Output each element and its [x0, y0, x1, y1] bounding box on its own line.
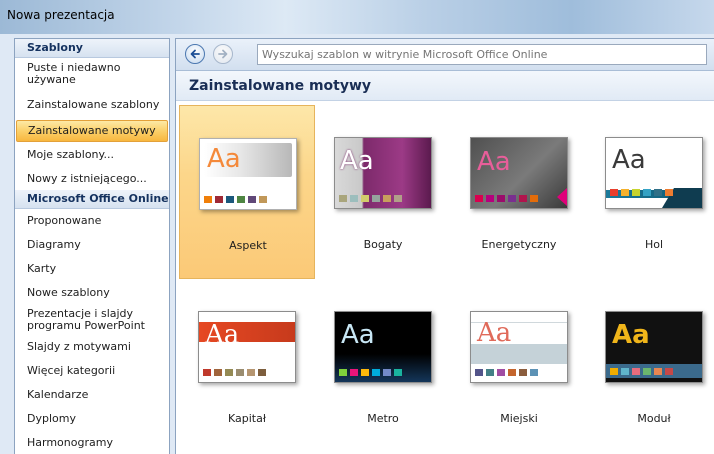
- theme-thumbnail: Aa: [605, 311, 703, 383]
- theme-sample-text: Aa: [207, 144, 241, 174]
- sidebar-item-new-from-existing[interactable]: Nowy z istniejącego...: [15, 168, 169, 190]
- sidebar-item-more-categories[interactable]: Więcej kategorii: [15, 359, 169, 383]
- theme-sample-text: Aa: [477, 318, 512, 348]
- theme-thumbnail: Aa: [198, 311, 296, 383]
- sidebar-item-installed-templates[interactable]: Zainstalowane szablony: [15, 90, 169, 120]
- theme-name: Bogaty: [363, 238, 403, 251]
- theme-tile-miejski[interactable]: Aa Miejski: [451, 279, 587, 453]
- search-input[interactable]: [257, 44, 707, 65]
- theme-name: Hol: [644, 238, 664, 251]
- theme-tile-aspekt[interactable]: Aa Aspekt: [179, 105, 315, 279]
- theme-thumbnail: Aa: [470, 311, 568, 383]
- section-title: Zainstalowane motywy: [176, 71, 714, 101]
- sidebar-item-new-templates[interactable]: Nowe szablony: [15, 281, 169, 305]
- sidebar-item-schedules[interactable]: Harmonogramy: [15, 431, 169, 454]
- section-header-office-online: Microsoft Office Online: [15, 190, 169, 209]
- category-pane: Szablony Puste i niedawno używane Zainst…: [14, 38, 170, 454]
- theme-name: Moduł: [637, 412, 671, 425]
- theme-name: Metro: [367, 412, 399, 425]
- theme-tile-modul[interactable]: Aa Moduł: [586, 279, 714, 453]
- sidebar-item-calendars[interactable]: Kalendarze: [15, 383, 169, 407]
- theme-tile-bogaty[interactable]: Aa Bogaty: [315, 105, 451, 279]
- sidebar-item-my-templates[interactable]: Moje szablony...: [15, 142, 169, 168]
- theme-sample-text: Aa: [341, 320, 375, 350]
- sidebar-item-featured[interactable]: Proponowane: [15, 209, 169, 233]
- sidebar-item-cards[interactable]: Karty: [15, 257, 169, 281]
- sidebar-item-diplomas[interactable]: Dyplomy: [15, 407, 169, 431]
- sidebar-item-installed-themes[interactable]: Zainstalowane motywy: [16, 120, 168, 142]
- sidebar-item-presentations-slides[interactable]: Prezentacje i slajdy programu PowerPoint: [15, 305, 169, 335]
- section-header-templates: Szablony: [15, 39, 169, 58]
- forward-arrow-icon: [218, 49, 228, 59]
- sidebar-item-diagrams[interactable]: Diagramy: [15, 233, 169, 257]
- theme-sample-text: Aa: [612, 320, 650, 350]
- theme-name: Aspekt: [229, 239, 267, 252]
- theme-name: Miejski: [500, 412, 538, 425]
- forward-button[interactable]: [213, 44, 233, 64]
- theme-thumbnail: Aa: [605, 137, 703, 209]
- theme-tile-hol[interactable]: Aa Hol: [586, 105, 714, 279]
- theme-sample-text: Aa: [477, 147, 511, 177]
- theme-thumbnail: Aa: [199, 138, 297, 210]
- window-title: Nowa prezentacja: [7, 8, 115, 22]
- theme-name: Energetyczny: [481, 238, 557, 251]
- theme-tile-kapital[interactable]: Aa Kapitał: [179, 279, 315, 453]
- back-button[interactable]: [185, 44, 205, 64]
- theme-sample-text: Aa: [612, 145, 646, 175]
- sidebar-item-blank-recent[interactable]: Puste i niedawno używane: [15, 58, 169, 90]
- theme-tile-metro[interactable]: Aa Metro: [315, 279, 451, 453]
- theme-thumbnail: Aa: [334, 311, 432, 383]
- theme-gallery: Aa Aspekt Aa Bogaty Aa Energetyczny Aa H…: [176, 102, 714, 454]
- theme-sample-text: Aa: [205, 320, 240, 350]
- theme-tile-energetyczny[interactable]: Aa Energetyczny: [451, 105, 587, 279]
- theme-thumbnail: Aa: [334, 137, 432, 209]
- navigation-bar: [176, 39, 714, 71]
- content-pane: Zainstalowane motywy Aa Aspekt Aa Bogaty…: [175, 38, 714, 454]
- theme-thumbnail: Aa: [470, 137, 568, 209]
- theme-sample-text: Aa: [340, 146, 374, 176]
- sidebar-item-themed-slides[interactable]: Slajdy z motywami: [15, 335, 169, 359]
- title-bar: Nowa prezentacja: [0, 0, 714, 34]
- theme-name: Kapitał: [228, 412, 266, 425]
- back-arrow-icon: [190, 49, 200, 59]
